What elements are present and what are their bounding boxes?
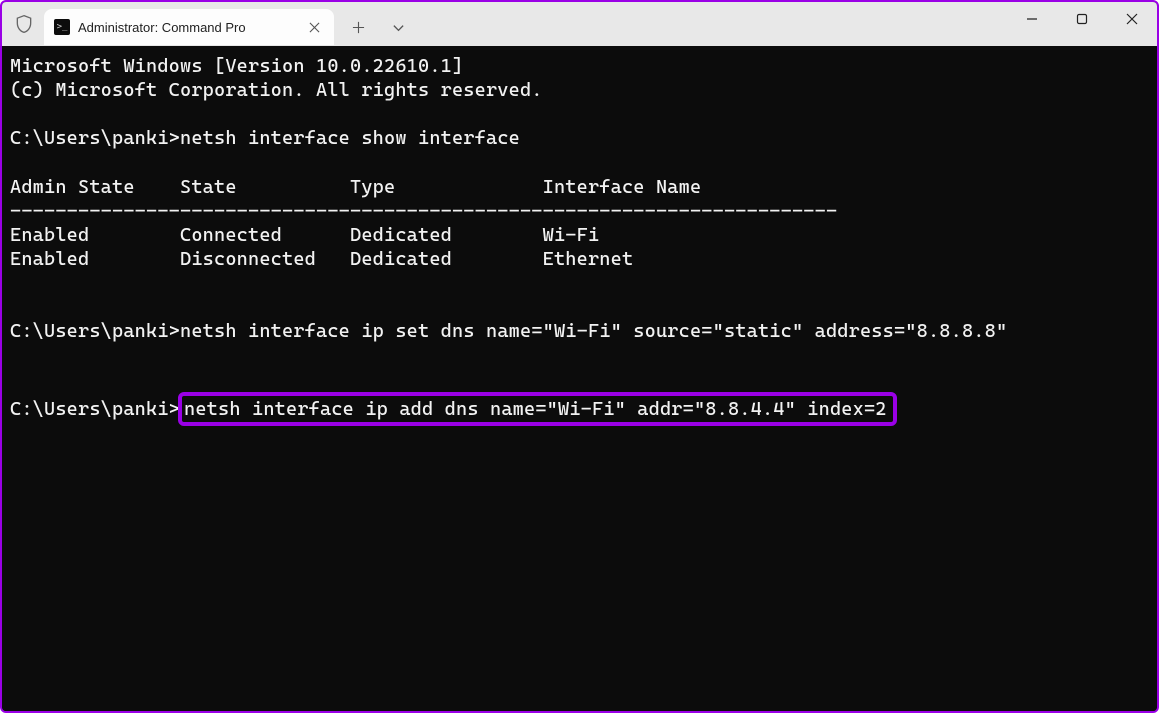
table-row: Enabled Connected Dedicated Wi-Fi bbox=[10, 224, 599, 246]
table-row: Enabled Disconnected Dedicated Ethernet bbox=[10, 248, 633, 270]
command-text: netsh interface ip set dns name="Wi-Fi" … bbox=[180, 320, 1007, 342]
command-text: netsh interface ip add dns name="Wi-Fi" … bbox=[184, 398, 887, 420]
window-controls bbox=[1007, 2, 1157, 46]
prompt: C:\Users\panki> bbox=[10, 127, 180, 149]
terminal-icon: >_ bbox=[54, 19, 70, 35]
table-separator: ----------------------------------------… bbox=[10, 200, 837, 222]
titlebar[interactable]: >_ Administrator: Command Pro bbox=[2, 2, 1157, 46]
new-tab-button[interactable] bbox=[340, 11, 376, 43]
prompt: C:\Users\panki> bbox=[10, 398, 180, 420]
titlebar-left: >_ Administrator: Command Pro bbox=[2, 2, 416, 46]
tab-title: Administrator: Command Pro bbox=[78, 20, 296, 35]
tab-dropdown-button[interactable] bbox=[380, 11, 416, 43]
command-text: netsh interface show interface bbox=[180, 127, 520, 149]
copyright-line: (c) Microsoft Corporation. All rights re… bbox=[10, 79, 543, 101]
tab-toolbar bbox=[340, 5, 416, 43]
app-window: >_ Administrator: Command Pro bbox=[0, 0, 1159, 713]
tab-close-button[interactable] bbox=[304, 17, 324, 37]
maximize-button[interactable] bbox=[1057, 2, 1107, 36]
terminal-output[interactable]: Microsoft Windows [Version 10.0.22610.1]… bbox=[2, 46, 1157, 711]
table-header: Admin State State Type Interface Name bbox=[10, 176, 701, 198]
highlighted-command: netsh interface ip add dns name="Wi-Fi" … bbox=[178, 392, 897, 426]
minimize-button[interactable] bbox=[1007, 2, 1057, 36]
close-button[interactable] bbox=[1107, 2, 1157, 36]
banner-line: Microsoft Windows [Version 10.0.22610.1] bbox=[10, 55, 463, 77]
tab-command-prompt[interactable]: >_ Administrator: Command Pro bbox=[44, 9, 334, 45]
prompt: C:\Users\panki> bbox=[10, 320, 180, 342]
shield-icon bbox=[12, 12, 36, 36]
